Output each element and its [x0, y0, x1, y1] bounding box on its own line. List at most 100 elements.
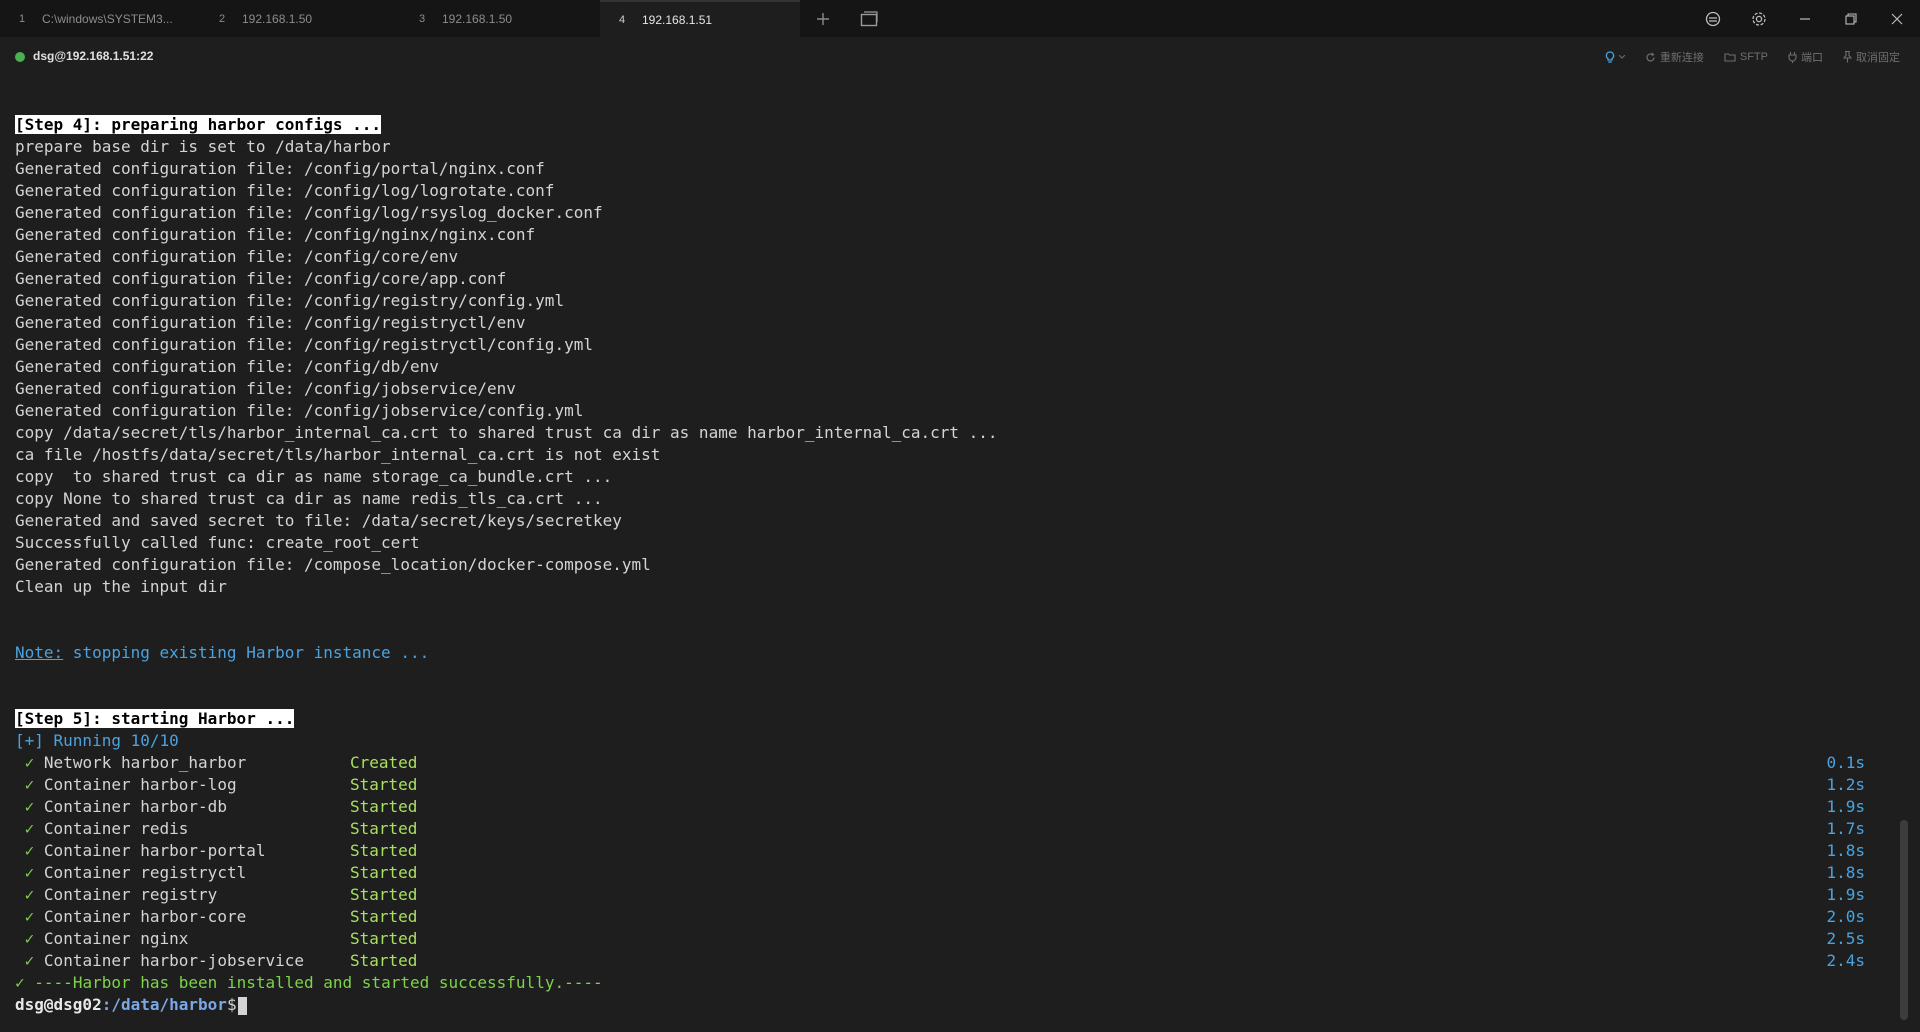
- minimize-button[interactable]: [1782, 0, 1828, 37]
- terminal-line: Generated configuration file: /config/re…: [15, 313, 526, 332]
- step4-header-line: [Step 4]: preparing harbor configs ...: [15, 114, 382, 136]
- terminal-line: Generated configuration file: /config/lo…: [15, 203, 603, 222]
- terminal-line: Generated configuration file: /config/db…: [15, 357, 439, 376]
- terminal-output[interactable]: [Step 4]: preparing harbor configs ... p…: [0, 77, 1900, 1032]
- unpin-button[interactable]: 取消固定: [1843, 49, 1900, 65]
- tab-2[interactable]: 2 192.168.1.50: [200, 0, 400, 37]
- terminal-line: copy /data/secret/tls/harbor_internal_ca…: [15, 423, 998, 442]
- checkmark-icon: ✓: [24, 797, 35, 816]
- pin-icon: [1843, 51, 1852, 63]
- tab-label: C:\windows\SYSTEM3...: [42, 11, 173, 26]
- tab-list-button[interactable]: [846, 0, 892, 37]
- container-time: 1.8s: [1826, 841, 1865, 860]
- step5-header-line: [Step 5]: starting Harbor ...: [15, 708, 295, 730]
- close-icon: [1891, 13, 1903, 24]
- container-time: 2.4s: [1826, 951, 1865, 970]
- tab-label: 192.168.1.51: [642, 12, 713, 27]
- minimize-icon: [1800, 17, 1810, 20]
- container-time: 1.2s: [1826, 775, 1865, 794]
- terminal-line: Successfully called func: create_root_ce…: [15, 533, 420, 552]
- container-status: Started: [350, 929, 418, 948]
- connection-status-dot: [15, 52, 25, 62]
- container-row: ✓ Container harbor-jobservice Started: [15, 950, 418, 972]
- container-status: Started: [350, 775, 418, 794]
- gear-icon: [1752, 11, 1766, 26]
- lightbulb-icon: [1605, 50, 1615, 63]
- folder-icon: [1724, 53, 1736, 62]
- container-time: 1.9s: [1826, 797, 1865, 816]
- container-row: ✓ Container harbor-core Started: [15, 906, 418, 928]
- container-status: Started: [350, 819, 418, 838]
- tab-3[interactable]: 3 192.168.1.50: [400, 0, 600, 37]
- container-status: Started: [350, 885, 418, 904]
- container-name: Container harbor-db: [43, 797, 227, 816]
- plus-icon: [817, 12, 829, 25]
- container-time: 2.0s: [1826, 907, 1865, 926]
- container-name: Container nginx: [43, 929, 189, 948]
- checkmark-icon: ✓: [24, 863, 35, 882]
- container-name: Container harbor-jobservice: [43, 951, 305, 970]
- restore-button[interactable]: [1828, 0, 1874, 37]
- tab-4[interactable]: 4 192.168.1.51: [600, 0, 800, 37]
- terminal-line: Generated and saved secret to file: /dat…: [15, 511, 622, 530]
- sftp-button[interactable]: SFTP: [1724, 51, 1768, 63]
- tab-label: 192.168.1.50: [442, 11, 513, 26]
- window-controls: [1690, 0, 1920, 37]
- container-row: ✓ Container redis Started: [15, 818, 418, 840]
- container-name: Container registryctl: [43, 863, 247, 882]
- session-label: dsg@192.168.1.51:22: [33, 49, 154, 63]
- theme-button[interactable]: [1690, 0, 1736, 37]
- shell-prompt[interactable]: dsg@dsg02:/data/harbor$: [15, 994, 247, 1016]
- checkmark-icon: ✓: [24, 819, 35, 838]
- terminal-line: Generated configuration file: /config/co…: [15, 247, 459, 266]
- terminal-line: copy to shared trust ca dir as name stor…: [15, 467, 613, 486]
- note-line: Note: stopping existing Harbor instance …: [15, 642, 429, 664]
- tab-label: 192.168.1.50: [242, 11, 313, 26]
- terminal-line: Generated configuration file: /config/po…: [15, 159, 545, 178]
- terminal-line: Generated configuration file: /config/ng…: [15, 225, 536, 244]
- plug-icon: [1788, 51, 1797, 63]
- session-toolbar: 重新连接 SFTP 端口 取消固定: [1605, 49, 1900, 65]
- container-status: Started: [350, 841, 418, 860]
- text-cursor: [237, 996, 247, 1015]
- tab-1[interactable]: 1 C:\windows\SYSTEM3...: [0, 0, 200, 37]
- port-button[interactable]: 端口: [1788, 49, 1823, 65]
- terminal-line: Generated configuration file: /config/jo…: [15, 379, 516, 398]
- terminal-line: Generated configuration file: /config/re…: [15, 335, 593, 354]
- checkmark-icon: ✓: [24, 841, 35, 860]
- container-name: Container harbor-core: [43, 907, 247, 926]
- tab-number: 4: [619, 13, 626, 26]
- close-button[interactable]: [1874, 0, 1920, 37]
- settings-button[interactable]: [1736, 0, 1782, 37]
- palette-icon: [1705, 11, 1721, 26]
- session-bar: dsg@192.168.1.51:22 重新连接 SFTP 端口 取消固定: [0, 37, 1920, 77]
- checkmark-icon: ✓: [24, 885, 35, 904]
- step4-header: [Step 4]: preparing harbor configs ...: [15, 115, 382, 134]
- reconnect-label: 重新连接: [1659, 52, 1704, 64]
- container-name: Container registry: [43, 885, 218, 904]
- note-label: Note:: [15, 643, 64, 662]
- prompt-user: dsg@dsg02: [15, 995, 102, 1014]
- new-tab-button[interactable]: [800, 0, 846, 37]
- prompt-symbol: $: [226, 995, 237, 1014]
- checkmark-icon: ✓: [24, 929, 35, 948]
- step5-header: [Step 5]: starting Harbor ...: [15, 709, 295, 728]
- container-row: ✓ Container registry Started: [15, 884, 418, 906]
- container-status: Started: [350, 951, 418, 970]
- container-row: ✓ Container registryctl Started: [15, 862, 418, 884]
- note-text: stopping existing Harbor instance ...: [63, 643, 430, 662]
- tab-number: 3: [419, 12, 426, 25]
- container-row: ✓ Container nginx Started: [15, 928, 418, 950]
- checkmark-icon: ✓: [24, 951, 35, 970]
- container-time: 0.1s: [1826, 753, 1865, 772]
- reconnect-button[interactable]: 重新连接: [1645, 49, 1704, 65]
- success-message: ----Harbor has been installed and starte…: [34, 973, 603, 992]
- refresh-icon: [1646, 51, 1655, 61]
- container-time: 2.5s: [1826, 929, 1865, 948]
- terminal-scrollbar[interactable]: [1900, 820, 1908, 1020]
- container-name: Network harbor_harbor: [43, 753, 247, 772]
- container-status: Started: [350, 797, 418, 816]
- hint-button[interactable]: [1605, 50, 1625, 64]
- checkmark-icon: ✓: [24, 775, 35, 794]
- terminal-line: Generated configuration file: /config/co…: [15, 269, 507, 288]
